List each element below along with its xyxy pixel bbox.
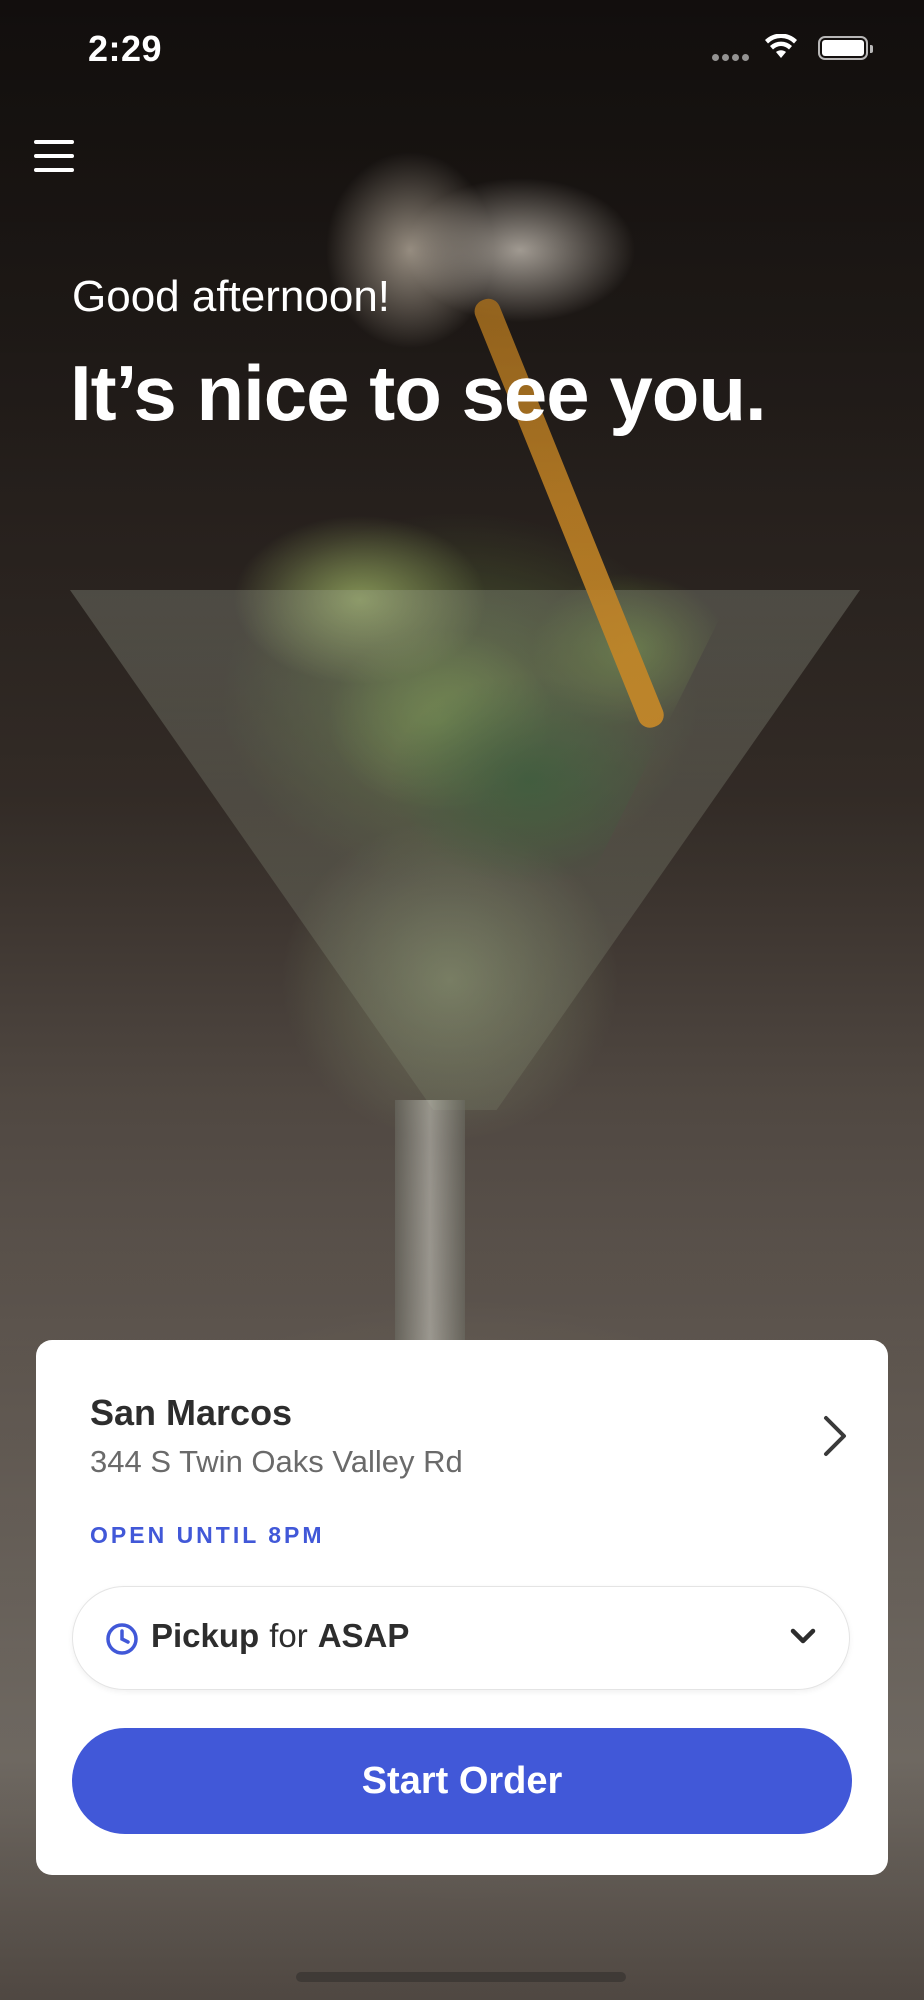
order-mode: Pickup [151,1617,260,1654]
greeting-text: Good afternoon! [72,272,391,321]
status-time: 2:29 [88,28,163,69]
order-time: ASAP [317,1617,410,1654]
start-order-button[interactable]: Start Order [72,1728,852,1834]
cellular-signal-icon [712,48,756,61]
clock-icon [106,1623,138,1655]
chevron-down-icon [790,1628,816,1644]
home-indicator[interactable] [296,1972,626,1982]
store-hours-status: OPEN UNTIL 8PM [90,1522,325,1548]
location-selector[interactable]: San Marcos 344 S Twin Oaks Valley Rd [90,1392,850,1492]
pickup-summary: Pickup for ASAP [151,1617,409,1655]
location-address: 344 S Twin Oaks Valley Rd [90,1444,463,1479]
menu-icon[interactable] [34,140,74,176]
status-bar: 2:29 [0,0,924,100]
page-title: It’s nice to see you. [70,349,767,437]
location-card: San Marcos 344 S Twin Oaks Valley Rd OPE… [36,1340,888,1875]
location-name: San Marcos [90,1392,293,1433]
pickup-time-selector[interactable]: Pickup for ASAP [72,1586,850,1690]
battery-icon [818,36,873,60]
pickup-connector: for [269,1617,308,1654]
chevron-right-icon [824,1416,846,1456]
wifi-icon [765,34,797,58]
